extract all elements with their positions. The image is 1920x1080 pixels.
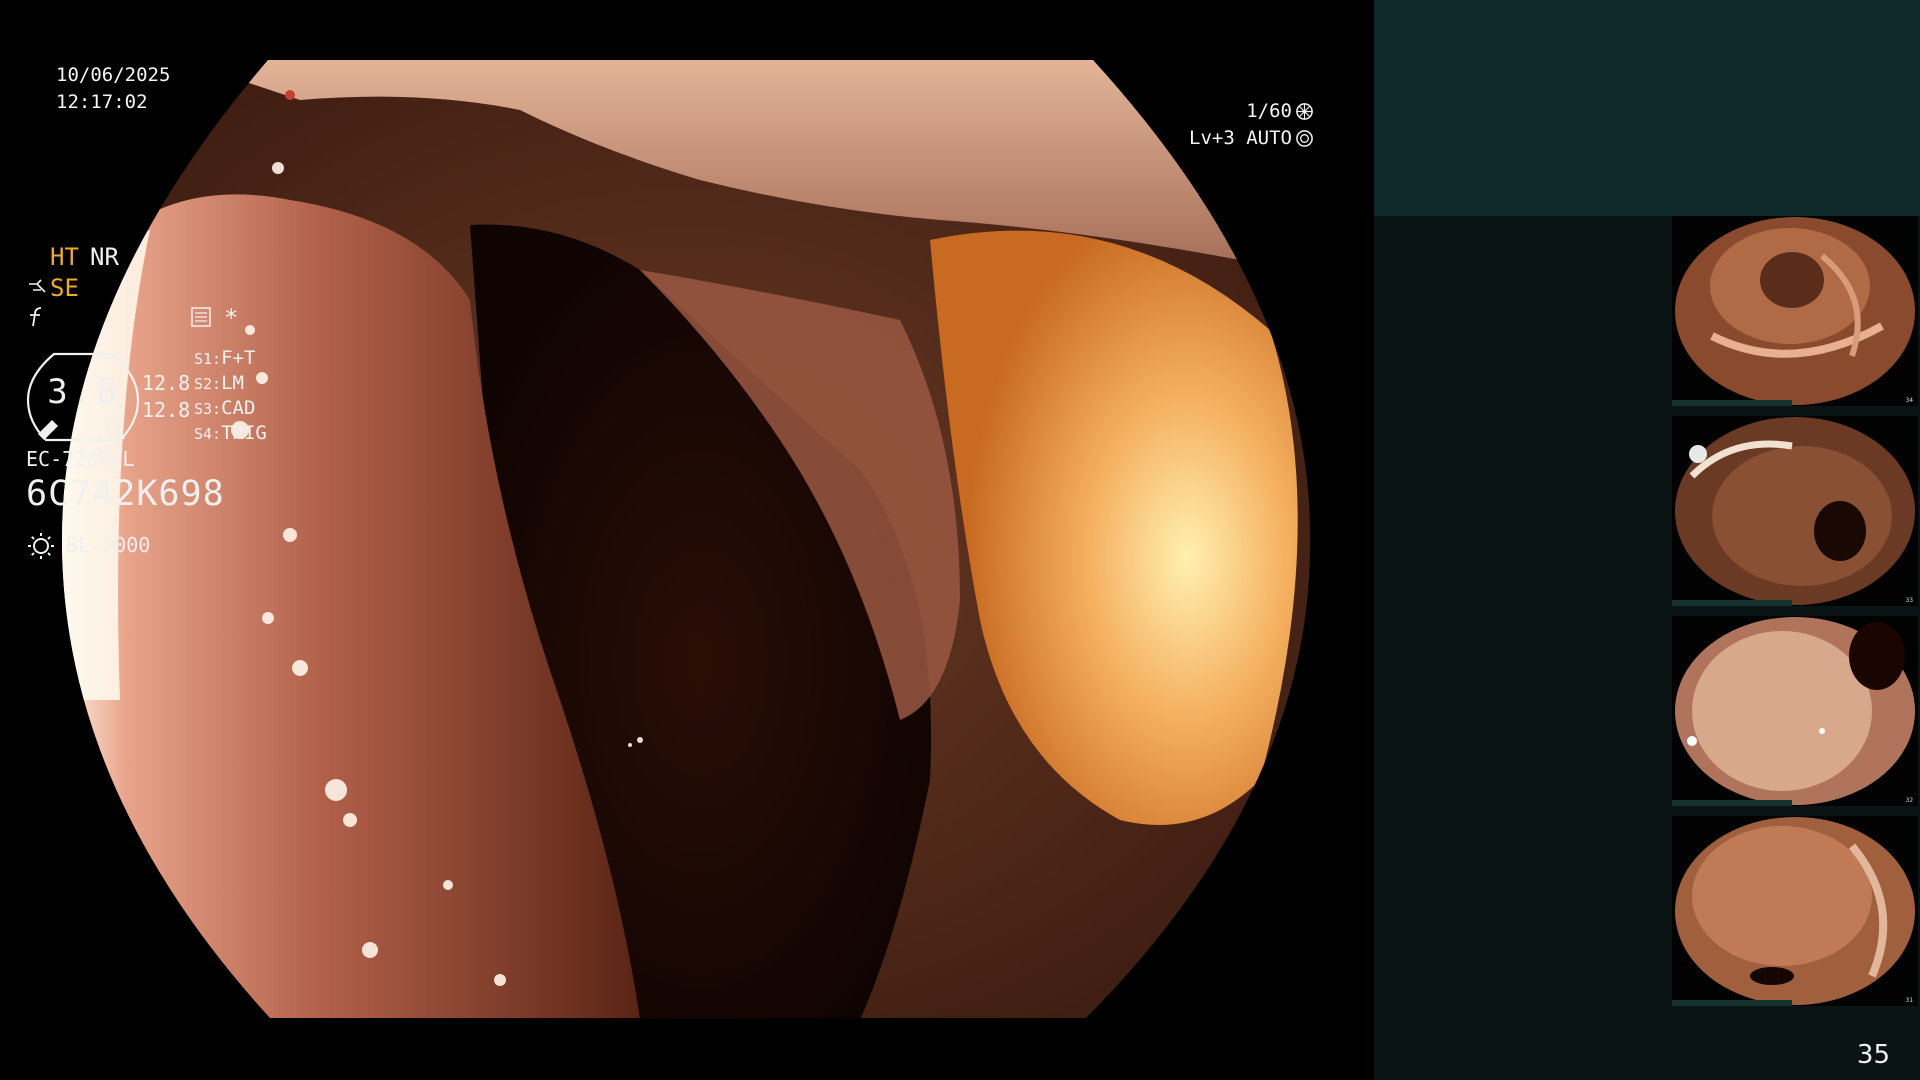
switch-slot-3: S3:CAD (194, 397, 255, 419)
capture-thumbnail[interactable]: 33 (1672, 416, 1918, 606)
freeze-icon (30, 307, 42, 327)
capture-thumbnail[interactable]: 34 (1672, 216, 1918, 406)
date-time-readout: 10/06/2025 12:17:02 (56, 62, 170, 116)
slot-key: S2: (194, 375, 222, 393)
exposure-readout: 1/60 Lv+3 AUTO (1189, 98, 1314, 152)
thumbnail-image (1675, 217, 1915, 405)
slot-key: S3: (194, 400, 222, 418)
endoscopy-screen: 10/06/2025 12:17:02 1/60 Lv+3 AUTO HT NR… (0, 0, 1920, 1080)
recording-icon (191, 307, 211, 327)
light-source-icon (28, 533, 54, 559)
slot-value: CAD (221, 397, 256, 419)
switch-slot-4: S4:TRIG (194, 422, 267, 444)
endoscope-live-view: 10/06/2025 12:17:02 1/60 Lv+3 AUTO (0, 0, 1374, 1080)
scope-model: EC-720R/L (26, 447, 135, 471)
capture-thumbnail[interactable]: 32 (1672, 616, 1918, 806)
endoscopic-image (62, 60, 1311, 1018)
thumbnail-number: 32 (1905, 797, 1913, 804)
thumbnail-bar (1672, 1000, 1792, 1006)
switch-slot-1: S1:F+T (194, 347, 255, 369)
thumbnail-bar (1672, 800, 1792, 806)
frame-count: 35 (1856, 1040, 1890, 1070)
gauge-readout-2: 12.8 (142, 398, 191, 422)
iris-icon (1296, 130, 1313, 147)
thumbnail-bar (1672, 600, 1792, 606)
slot-value: TRIG (221, 422, 267, 444)
thumbnail-image (1675, 617, 1915, 805)
ht-indicator: HT (50, 243, 79, 271)
thumbnail-number: 34 (1905, 397, 1913, 404)
thumbnail-number: 31 (1905, 997, 1913, 1004)
gauge-readout-1: 12.8 (142, 371, 191, 395)
thumbnail-image (1675, 417, 1915, 605)
capture-thumbnail[interactable]: 31 (1672, 816, 1918, 1006)
iris-mode-text: Lv+3 AUTO (1189, 127, 1292, 149)
date-text: 10/06/2025 (56, 64, 171, 86)
shutter-icon (1296, 103, 1313, 120)
scope-serial: 6C742K698 (26, 474, 225, 514)
se-indicator: SE (50, 274, 79, 302)
slot-value: F+T (221, 347, 256, 369)
nr-indicator: NR (90, 243, 119, 271)
time-text: 12:17:02 (56, 91, 148, 113)
thumbnail-image (1675, 817, 1915, 1005)
slot-key: S4: (194, 425, 222, 443)
structure-enhance-icon (29, 279, 46, 293)
light-source-model: BL-7000 (66, 533, 151, 557)
slot-key: S1: (194, 350, 222, 368)
thumbnail-number: 33 (1905, 597, 1913, 604)
gauge-value: 3.8 (47, 372, 121, 412)
shutter-speed-text: 1/60 (1246, 100, 1292, 122)
thumbnail-bar (1672, 400, 1792, 406)
panel-header-area (1374, 0, 1920, 216)
switch-slot-2: S2:LM (194, 372, 244, 394)
star-indicator: * (224, 304, 239, 332)
slot-value: LM (221, 372, 244, 394)
